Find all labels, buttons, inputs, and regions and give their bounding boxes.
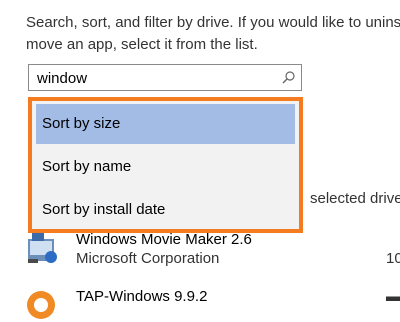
drive-filter-label[interactable]: selected drive bbox=[310, 190, 400, 207]
search-icon[interactable] bbox=[281, 70, 296, 85]
sort-option-size[interactable]: Sort by size bbox=[36, 104, 295, 144]
app-name: TAP-Windows 9.9.2 bbox=[76, 288, 208, 305]
sort-option-name[interactable]: Sort by name bbox=[36, 147, 295, 187]
description-line-1: Search, sort, and filter by drive. If yo… bbox=[26, 14, 400, 31]
search-input[interactable] bbox=[37, 68, 277, 88]
description-line-2: move an app, select it from the list. bbox=[26, 36, 258, 53]
sort-dropdown-menu: Sort by size Sort by name Sort by instal… bbox=[28, 97, 303, 233]
app-publisher: Microsoft Corporation bbox=[76, 250, 220, 267]
app-name: Windows Movie Maker 2.6 bbox=[76, 231, 252, 248]
search-box[interactable] bbox=[28, 64, 302, 91]
app-size-2: ▬ bbox=[386, 288, 400, 305]
app-size: 10 bbox=[386, 250, 400, 267]
movie-maker-icon bbox=[28, 233, 57, 263]
tap-windows-icon bbox=[27, 291, 55, 319]
sort-option-install-date[interactable]: Sort by install date bbox=[36, 190, 295, 230]
description-text: Search, sort, and filter by drive. If yo… bbox=[26, 12, 400, 56]
